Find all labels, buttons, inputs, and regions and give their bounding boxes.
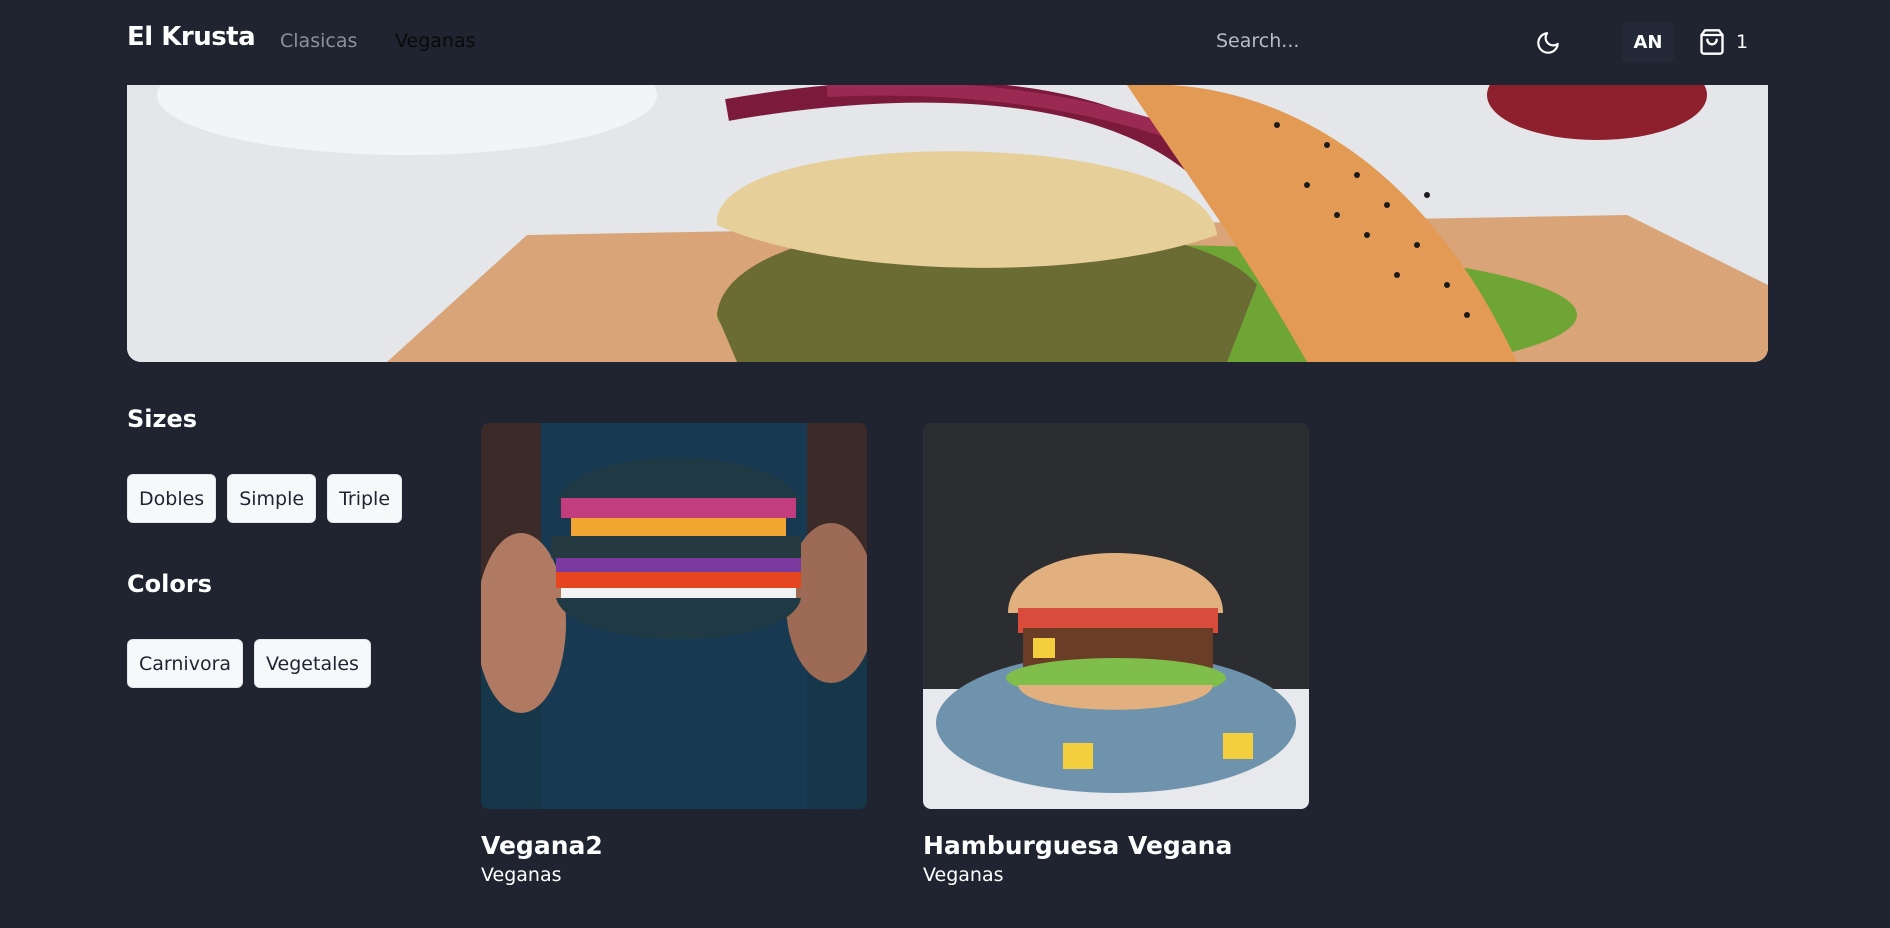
filter-sidebar: Sizes Dobles Simple Triple Colors Carniv… <box>127 405 447 688</box>
product-card[interactable]: Vegana2 Veganas <box>481 423 867 886</box>
nav-link-clasicas[interactable]: Clasicas <box>280 30 357 52</box>
product-category: Veganas <box>923 864 1004 886</box>
filter-chip-dobles[interactable]: Dobles <box>127 474 217 523</box>
filter-chip-simple[interactable]: Simple <box>227 474 317 523</box>
brand-logo[interactable]: El Krusta <box>127 22 256 52</box>
moon-icon <box>1537 32 1559 54</box>
product-name[interactable]: Vegana2 <box>481 831 867 860</box>
product-category: Veganas <box>481 864 562 886</box>
product-image[interactable] <box>481 423 867 809</box>
hero-burger-image <box>127 85 1768 362</box>
product-image[interactable] <box>923 423 1309 809</box>
product-name[interactable]: Hamburguesa Vegana <box>923 831 1309 860</box>
search-input[interactable] <box>1208 20 1524 62</box>
vegan-burger-photo-2 <box>923 423 1309 809</box>
cart-count: 1 <box>1736 31 1749 53</box>
colors-filter-group: Carnivora Vegetales <box>127 639 447 688</box>
vegan-burger-photo-1 <box>481 423 867 809</box>
colors-heading: Colors <box>127 570 212 598</box>
user-avatar[interactable]: AN <box>1622 22 1674 62</box>
nav-link-veganas[interactable]: Veganas <box>395 30 476 52</box>
cart-button[interactable]: 1 <box>1698 24 1748 60</box>
theme-toggle-button[interactable] <box>1531 26 1565 60</box>
filter-chip-carnivora[interactable]: Carnivora <box>127 639 244 688</box>
filter-chip-vegetales[interactable]: Vegetales <box>254 639 371 688</box>
product-card[interactable]: Hamburguesa Vegana Veganas <box>923 423 1309 886</box>
sizes-filter-group: Dobles Simple Triple <box>127 474 447 523</box>
hero-banner <box>127 85 1768 362</box>
navbar: El Krusta Clasicas Veganas AN 1 <box>0 0 1890 84</box>
shopping-bag-icon <box>1700 29 1724 55</box>
filter-chip-triple[interactable]: Triple <box>327 474 403 523</box>
sizes-heading: Sizes <box>127 405 198 433</box>
